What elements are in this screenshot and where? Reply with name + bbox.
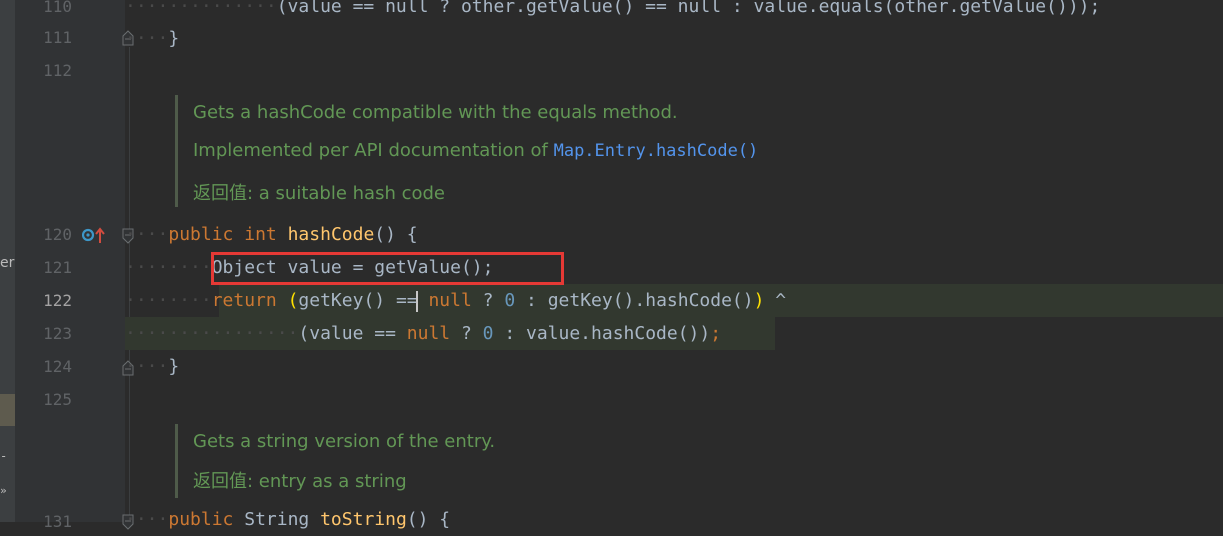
code-text: (value == (298, 323, 407, 344)
line-number: 110 (43, 0, 72, 16)
highlight-annotation-box (211, 252, 564, 285)
code-line-131: ····public String toString() { (125, 503, 450, 536)
indent-guide: ···· (125, 509, 169, 530)
keyword: null (428, 290, 472, 311)
keyword: int (244, 224, 277, 245)
doc-comment-line: Gets a string version of the entry. (193, 431, 496, 452)
code-text: (value == null ? other.getValue() == nul… (276, 0, 1101, 17)
matched-paren: ) (753, 290, 765, 311)
semicolon: ; (710, 323, 722, 344)
indent-guide: ········ (125, 257, 212, 278)
code-text: () { (374, 224, 418, 245)
keyword: public (168, 509, 234, 530)
code-line-122: ········return (getKey() == null ? 0 : g… (125, 284, 786, 317)
indent-guide: ···· (125, 28, 169, 49)
line-number: 121 (43, 258, 72, 277)
method-name: hashCode (287, 224, 375, 245)
code-text: () { (406, 509, 451, 530)
doc-comment-bar (175, 424, 178, 498)
code-text: ? (450, 323, 483, 344)
line-number: 131 (43, 512, 72, 531)
number-literal: 0 (482, 323, 494, 344)
indent-guide: ···· (125, 356, 169, 377)
line-number: 125 (43, 390, 72, 409)
doc-comment-line: Implemented per API documentation of Map… (193, 140, 758, 161)
code-text: String (233, 509, 321, 530)
code-line-123: ················(value == null ? 0 : val… (125, 317, 721, 350)
side-panel-highlight (0, 394, 15, 426)
method-name: toString (320, 509, 407, 530)
code-line-110: ··············(value == null ? other.get… (125, 0, 1100, 23)
line-number: 112 (43, 61, 72, 80)
number-literal: 0 (504, 290, 516, 311)
indent-guide: ········ (125, 290, 212, 311)
doc-return: 返回值: a suitable hash code (193, 183, 445, 204)
line-number: 123 (43, 324, 72, 343)
code-line-124: ····} (125, 350, 179, 383)
keyword: public (168, 224, 234, 245)
doc-comment-bar (175, 95, 178, 207)
indent-guide: ·············· (125, 0, 277, 17)
doc-comment-line: Gets a hashCode compatible with the equa… (193, 102, 678, 123)
override-method-icon[interactable] (81, 226, 108, 244)
side-panel-label[interactable]: er (0, 255, 14, 271)
side-panel-minus[interactable]: - (0, 449, 7, 463)
code-text: } (168, 356, 180, 377)
editor-gutter[interactable]: 110 111 112 120 121 122 123 124 125 131 (15, 0, 134, 531)
doc-link[interactable]: Map.Entry.hashCode() (554, 141, 759, 161)
code-text: : value.hashCode()) (493, 323, 711, 344)
doc-text: Implemented per API documentation of (193, 140, 554, 161)
code-text: : getKey().hashCode() (515, 290, 754, 311)
expand-icon[interactable]: » (0, 484, 7, 497)
code-line-111: ····} (125, 22, 179, 55)
line-number: 124 (43, 357, 72, 376)
line-number: 111 (43, 28, 72, 47)
code-line-120: ····public int hashCode() { (125, 218, 418, 251)
code-text: } (168, 28, 180, 49)
code-text: getKey() == (298, 290, 429, 311)
line-number-current: 122 (43, 291, 72, 310)
code-text: ^ (764, 290, 787, 311)
matched-paren: ( (287, 290, 299, 311)
code-text: ? (471, 290, 505, 311)
doc-return: 返回值: entry as a string (193, 471, 407, 492)
text-caret (416, 291, 418, 312)
keyword: null (406, 323, 451, 344)
keyword: return (211, 290, 277, 311)
indent-guide: ················ (125, 323, 299, 344)
indent-guide: ···· (125, 224, 169, 245)
line-number: 120 (43, 225, 72, 244)
